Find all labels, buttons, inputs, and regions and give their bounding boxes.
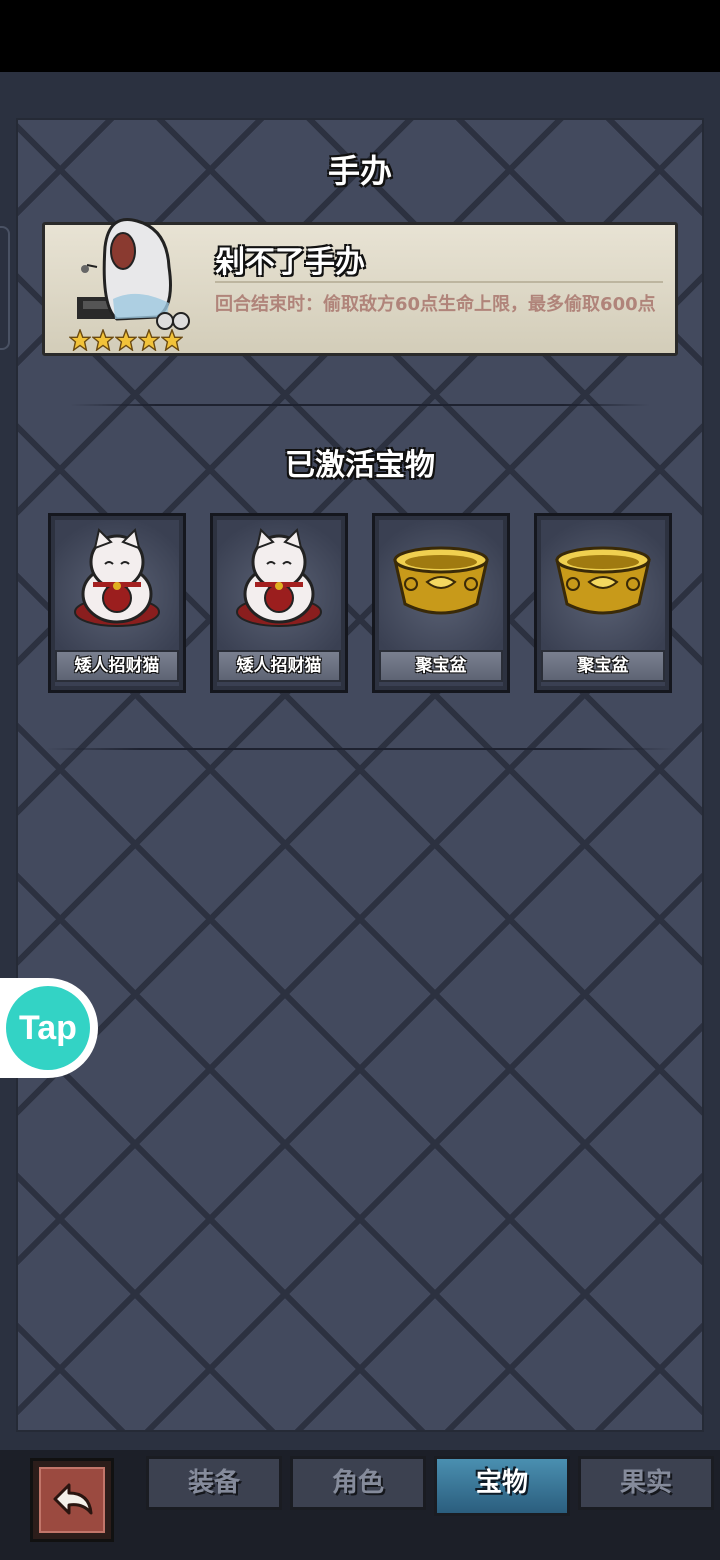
tab-treasure[interactable]: 宝物: [434, 1456, 570, 1516]
figure-card[interactable]: 剁不了手办 回合结束时：偷取敌方60点生命上限，最多偷取600点: [42, 218, 678, 356]
lucky-cat-icon: [74, 528, 160, 627]
card-divider: [215, 281, 663, 283]
treasure-label: 聚宝盆: [379, 650, 503, 682]
treasure-label: 矮人招财猫: [55, 650, 179, 682]
section-title: 已激活宝物: [285, 448, 435, 483]
treasure-label: 聚宝盆: [541, 650, 665, 682]
treasure-slot[interactable]: 聚宝盆: [534, 513, 672, 693]
figure-description: 回合结束时：偷取敌方60点生命上限，最多偷取600点: [215, 294, 656, 315]
rating-stars: [69, 329, 183, 351]
section-divider: [46, 748, 674, 750]
tap-logo-icon: Tap: [6, 986, 90, 1070]
figure-name: 剁不了手办: [215, 245, 365, 280]
tab-equipment[interactable]: 装备: [146, 1456, 282, 1510]
tap-floating-button[interactable]: Tap: [0, 978, 98, 1078]
star-icon: [92, 329, 114, 351]
back-arrow-icon: [53, 1483, 93, 1515]
star-icon: [69, 329, 91, 351]
side-handle[interactable]: [0, 226, 10, 350]
back-button[interactable]: [30, 1458, 114, 1542]
page-title: 手办: [327, 152, 392, 190]
lucky-cat-icon: [236, 528, 322, 627]
status-bar: [0, 0, 720, 72]
star-icon: [138, 329, 160, 351]
treasure-bowl-icon: [393, 546, 489, 615]
tab-fruit[interactable]: 果实: [578, 1456, 714, 1510]
section-divider: [70, 404, 650, 406]
treasure-slot[interactable]: 聚宝盆: [372, 513, 510, 693]
treasure-slot[interactable]: 矮人招财猫: [210, 513, 348, 693]
treasure-slot[interactable]: 矮人招财猫: [48, 513, 186, 693]
treasure-label: 矮人招财猫: [217, 650, 341, 682]
star-icon: [115, 329, 137, 351]
star-icon: [161, 329, 183, 351]
tab-character[interactable]: 角色: [290, 1456, 426, 1510]
treasure-bowl-icon: [555, 546, 651, 615]
